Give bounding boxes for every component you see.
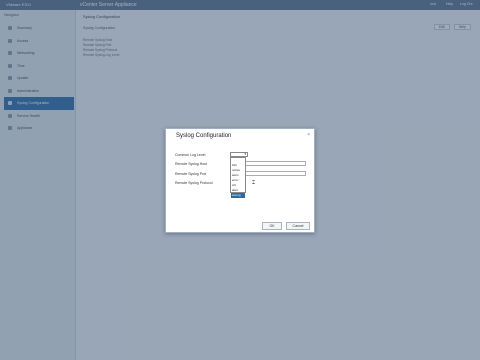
close-icon[interactable]: × [307,132,310,138]
dropdown-option-selected[interactable]: emerg [231,193,245,198]
log-level-dropdown: info notice warn error crit alert emerg [230,157,246,198]
cancel-button[interactable]: Cancel [286,222,310,230]
mouse-cursor-icon: ⌶ [252,180,256,186]
dialog-title: Syslog Configuration [176,133,232,139]
ok-button[interactable]: OK [262,222,282,230]
log-level-label: Common Log Level [175,153,206,157]
app-window: VMware ESXi vCenter Server Appliance roo… [0,0,480,360]
syslog-host-label: Remote Syslog Host [175,162,207,166]
syslog-protocol-label: Remote Syslog Protocol [175,181,213,185]
syslog-port-label: Remote Syslog Port [175,172,207,176]
syslog-dialog: Syslog Configuration × Common Log Level … [165,128,315,233]
